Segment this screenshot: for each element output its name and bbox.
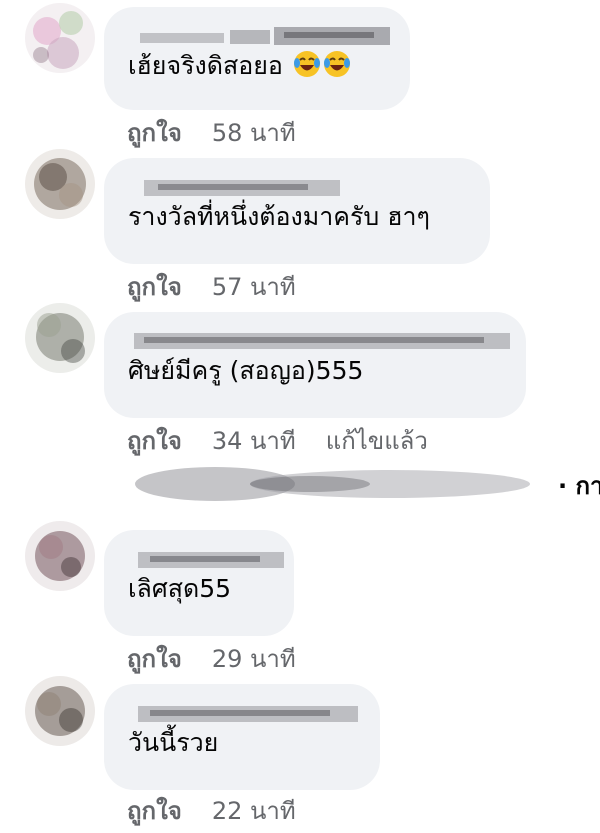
comment-timestamp[interactable]: 29 นาที [212,645,296,673]
comment-actions: ถูกใจ 57 นาที [127,272,296,302]
replies-row[interactable]: · กา [130,462,600,506]
blurred-avatar-image [25,149,95,219]
replies-more-text[interactable]: · กา [558,466,600,505]
comment-bubble: ศิษย์มีครู (สอญอ)555 [104,312,526,418]
like-button[interactable]: ถูกใจ [127,645,182,673]
comment-text: เฮ้ยจริงดิสอยอ [128,49,410,83]
comment-text: ศิษย์มีครู (สอญอ)555 [128,356,364,385]
blurred-avatar-image [25,521,95,591]
like-button[interactable]: ถูกใจ [127,427,182,455]
commenter-avatar[interactable] [25,521,95,591]
comment-bubble: เลิศสุด55 [104,530,294,636]
like-button[interactable]: ถูกใจ [127,273,182,301]
blurred-avatar-image [25,3,95,73]
comment-timestamp[interactable]: 57 นาที [212,273,296,301]
comment-text: วันนี้รวย [128,728,219,757]
comment-actions: ถูกใจ 22 นาที [127,796,296,826]
blurred-avatar-image [25,303,95,373]
commenter-name-blurred[interactable] [124,23,410,49]
commenter-avatar[interactable] [25,3,95,73]
comment-actions: ถูกใจ 58 นาที [127,118,296,148]
comment-bubble: เฮ้ยจริงดิสอยอ [104,7,410,110]
comment-timestamp[interactable]: 34 นาที [212,427,296,455]
rolling-on-floor-laughing-emoji [323,51,350,77]
edited-label: แก้ไขแล้ว [325,427,428,455]
comment-bubble: วันนี้รวย [104,684,380,790]
commenter-name-blurred[interactable] [124,174,490,200]
commenter-avatar[interactable] [25,676,95,746]
commenter-avatar[interactable] [25,149,95,219]
commenter-name-blurred[interactable] [124,546,294,572]
comments-thread: เฮ้ยจริงดิสอยอ ถูกใจ 58 นาที รางวัลที่หนึ… [0,0,600,833]
commenter-name-blurred[interactable] [124,328,526,354]
rolling-on-floor-laughing-emoji [293,51,320,77]
commenter-avatar[interactable] [25,303,95,373]
comment-timestamp[interactable]: 22 นาที [212,797,296,825]
blurred-avatar-image [25,676,95,746]
like-button[interactable]: ถูกใจ [127,119,182,147]
comment-bubble: รางวัลที่หนึ่งต้องมาครับ ฮาๆ [104,158,490,264]
blurred-replies-preview [135,467,530,501]
comment-actions: ถูกใจ 34 นาที แก้ไขแล้ว [127,426,428,456]
comment-actions: ถูกใจ 29 นาที [127,644,296,674]
comment-timestamp[interactable]: 58 นาที [212,119,296,147]
like-button[interactable]: ถูกใจ [127,797,182,825]
comment-text: รางวัลที่หนึ่งต้องมาครับ ฮาๆ [128,202,430,231]
comment-text: เลิศสุด55 [128,574,232,603]
commenter-name-blurred[interactable] [124,700,380,726]
